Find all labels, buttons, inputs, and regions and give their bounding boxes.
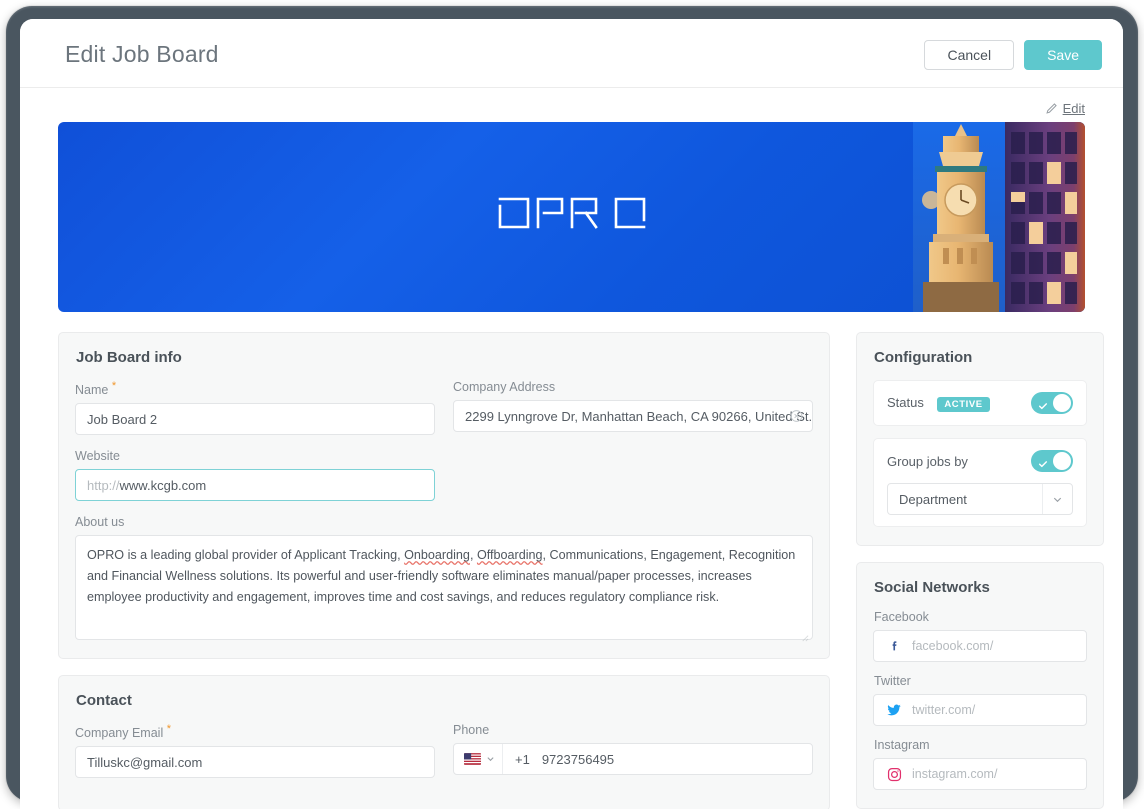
- resize-grip-icon[interactable]: [800, 628, 809, 642]
- pencil-icon: [1045, 102, 1058, 115]
- required-marker: *: [166, 723, 171, 736]
- toggle-knob: [1053, 452, 1071, 470]
- status-toggle[interactable]: [1031, 392, 1073, 414]
- instagram-icon: [886, 766, 902, 782]
- cancel-button[interactable]: Cancel: [924, 40, 1015, 70]
- phone-number-value: 9723756495: [541, 751, 615, 767]
- check-icon: [1038, 398, 1048, 410]
- header-actions: Cancel Save: [924, 40, 1102, 70]
- phone-input[interactable]: +1 9723756495: [453, 743, 813, 776]
- website-prefix: http://: [87, 477, 120, 493]
- us-flag-icon: [464, 753, 481, 765]
- name-field-group: Name * Job Board 2: [75, 380, 435, 436]
- company-address-value: 2299 Lynngrove Dr, Manhattan Beach, CA 9…: [465, 408, 813, 424]
- device-screen: Edit Job Board Cancel Save Edit Job Boar…: [20, 19, 1123, 809]
- job-board-info-title: Job Board info: [76, 349, 182, 366]
- instagram-label: Instagram: [874, 738, 930, 752]
- clear-circle-icon[interactable]: [790, 410, 803, 423]
- name-input[interactable]: Job Board 2: [75, 403, 435, 436]
- group-jobs-by-select[interactable]: Department: [887, 483, 1073, 515]
- website-value: www.kcgb.com: [119, 477, 207, 493]
- edit-banner-label: Edit: [1062, 101, 1085, 116]
- left-column: Job Board info Name * Job Board 2 Compan…: [58, 332, 830, 809]
- required-marker: *: [111, 380, 117, 392]
- website-spacer: [453, 449, 813, 515]
- status-row: Status ACTIVE: [873, 380, 1087, 426]
- configuration-card: Configuration Status ACTIVE Group jobs b…: [856, 332, 1104, 546]
- chevron-down-icon: [1042, 484, 1072, 514]
- edit-banner-button[interactable]: Edit: [1045, 101, 1085, 116]
- company-email-label: Company Email *: [75, 723, 171, 741]
- save-button[interactable]: Save: [1024, 40, 1102, 70]
- twitter-placeholder: twitter.com/: [912, 703, 976, 717]
- group-jobs-by-row: Group jobs by Department: [873, 438, 1087, 527]
- social-networks-title: Social Networks: [874, 579, 990, 596]
- group-jobs-by-value: Department: [899, 491, 967, 507]
- page-header: Edit Job Board Cancel Save: [20, 19, 1123, 88]
- about-us-label: About us: [75, 515, 125, 530]
- twitter-input[interactable]: twitter.com/: [873, 694, 1087, 726]
- banner-edit-row: Edit: [58, 88, 1085, 122]
- page-title: Edit Job Board: [65, 41, 219, 67]
- company-email-field-group: Company Email * Tilluskc@gmail.com: [75, 723, 435, 779]
- website-label: Website: [75, 449, 120, 464]
- status-badge: ACTIVE: [937, 396, 990, 413]
- toggle-knob: [1053, 394, 1071, 412]
- facebook-icon: [886, 638, 902, 654]
- about-us-textarea[interactable]: OPRO is a leading global provider of App…: [75, 535, 813, 642]
- chevron-down-icon: [486, 750, 495, 768]
- name-label: Name *: [75, 380, 117, 398]
- phone-field-group: Phone +1 9723756495: [453, 723, 813, 778]
- status-label-group: Status ACTIVE: [887, 394, 990, 413]
- device-frame: Edit Job Board Cancel Save Edit Job Boar…: [6, 6, 1138, 809]
- company-address-field-group: Company Address 2299 Lynngrove Dr, Manha…: [453, 380, 813, 435]
- job-board-info-card: Job Board info Name * Job Board 2 Compan…: [58, 332, 830, 660]
- company-address-input[interactable]: 2299 Lynngrove Dr, Manhattan Beach, CA 9…: [453, 400, 813, 432]
- status-label: Status: [887, 394, 924, 410]
- about-us-text: OPRO is a leading global provider of App…: [87, 548, 796, 605]
- phone-label: Phone: [453, 723, 490, 738]
- job-board-banner: [58, 122, 1085, 312]
- check-icon: [1038, 456, 1048, 468]
- facebook-placeholder: facebook.com/: [912, 639, 994, 653]
- phone-dial-code: +1: [515, 751, 530, 767]
- group-jobs-by-toggle[interactable]: [1031, 450, 1073, 472]
- company-address-label: Company Address: [453, 380, 556, 394]
- configuration-title: Configuration: [874, 349, 973, 366]
- website-field-group: Website http://www.kcgb.com: [75, 449, 435, 502]
- instagram-input[interactable]: instagram.com/: [873, 758, 1087, 790]
- social-networks-card: Social Networks Facebook facebook.com/ T…: [856, 562, 1104, 809]
- country-selector[interactable]: [454, 750, 502, 768]
- twitter-label: Twitter: [874, 674, 911, 688]
- content-grid: Job Board info Name * Job Board 2 Compan…: [58, 332, 1104, 809]
- website-input[interactable]: http://www.kcgb.com: [75, 469, 435, 502]
- facebook-input[interactable]: facebook.com/: [873, 630, 1087, 662]
- page-body: Edit Job Board info Name * Job Board 2 C…: [20, 88, 1123, 809]
- contact-title: Contact: [76, 692, 132, 710]
- right-column: Configuration Status ACTIVE Group jobs b…: [856, 332, 1104, 809]
- group-jobs-by-label: Group jobs by: [887, 453, 968, 469]
- twitter-icon: [886, 702, 902, 718]
- facebook-label: Facebook: [874, 610, 929, 624]
- contact-card: Contact Company Email * Tilluskc@gmail.c…: [58, 675, 830, 809]
- about-us-field-group: About us OPRO is a leading global provid…: [75, 515, 813, 642]
- instagram-placeholder: instagram.com/: [912, 767, 998, 781]
- banner-photo: [913, 122, 1085, 312]
- company-email-input[interactable]: Tilluskc@gmail.com: [75, 746, 435, 779]
